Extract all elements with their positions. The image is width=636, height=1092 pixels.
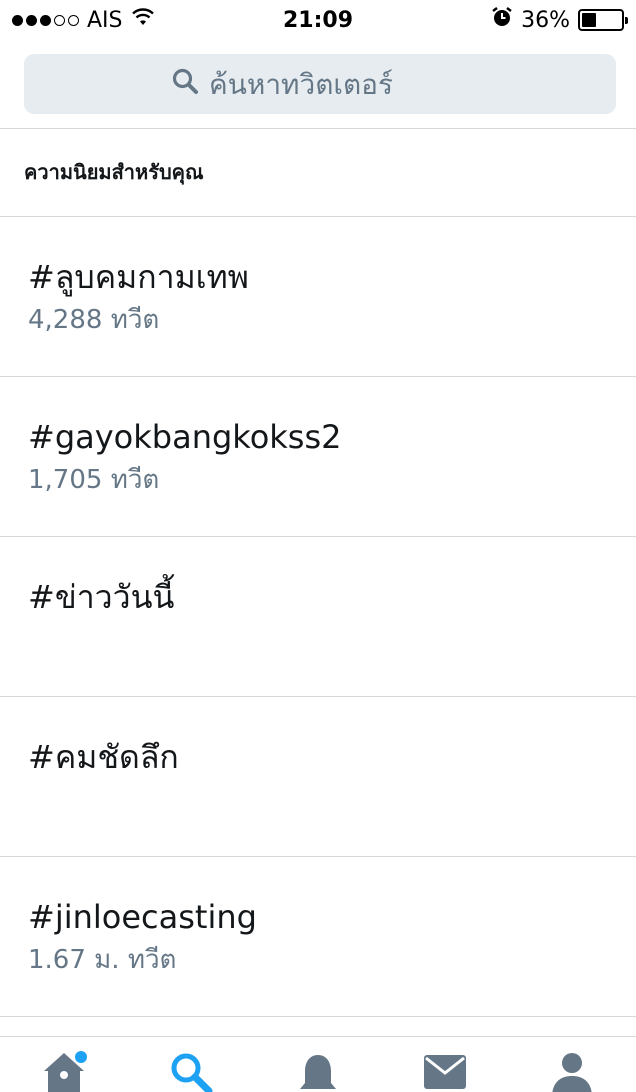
trend-hashtag: #ลูบคมกามเทพ <box>28 258 249 296</box>
signal-dot <box>26 14 37 26</box>
trend-hashtag: #ข่าววันนี้ <box>28 578 175 616</box>
trend-tweet-count: 1,705 ทวีต <box>28 465 160 495</box>
trend-item[interactable]: #jinloecasting 1.67 ม. ทวีต <box>0 856 636 1016</box>
signal-dot <box>12 14 23 26</box>
tab-notifications[interactable] <box>273 1037 363 1092</box>
header-divider <box>0 128 636 129</box>
bottom-tab-bar <box>0 1036 636 1092</box>
battery-fill <box>582 13 596 27</box>
status-right: 36% <box>491 6 628 34</box>
trend-hashtag: #คมชัดลึก <box>28 738 179 776</box>
bell-icon <box>294 1037 342 1092</box>
search-bar[interactable] <box>24 54 616 114</box>
battery-percent: 36% <box>521 7 570 33</box>
signal-strength-icon <box>12 14 79 26</box>
tab-messages[interactable] <box>400 1037 490 1092</box>
trend-tweet-count: 1.67 ม. ทวีต <box>28 945 177 975</box>
profile-icon <box>548 1037 596 1092</box>
trend-tweet-count: 4,288 ทวีต <box>28 305 160 335</box>
alarm-icon <box>491 6 513 34</box>
signal-dot <box>40 14 51 26</box>
search-field-container[interactable] <box>24 54 616 114</box>
wifi-icon <box>131 7 155 33</box>
explore-screen: AIS 21:09 36% ค้นหาทวิตเตอร์ ความนิยมสำห… <box>0 0 636 1092</box>
trend-item[interactable]: #ข่าววันนี้ <box>0 536 636 696</box>
signal-dot <box>54 14 65 26</box>
tab-profile[interactable] <box>527 1037 617 1092</box>
home-icon <box>40 1037 88 1092</box>
trend-hashtag: #jinloecasting <box>28 898 257 936</box>
trend-item[interactable]: #คมชัดลึก <box>0 696 636 856</box>
tab-search[interactable] <box>146 1037 236 1092</box>
carrier-name: AIS <box>87 7 123 33</box>
trend-item[interactable]: #ลูบคมกามเทพ 4,288 ทวีต <box>0 216 636 376</box>
battery-icon <box>578 9 628 31</box>
mail-icon <box>421 1037 469 1092</box>
search-input[interactable] <box>209 67 469 101</box>
section-title: ความนิยมสำหรับคุณ <box>24 160 204 184</box>
search-icon <box>167 1037 215 1092</box>
trend-hashtag: #gayokbangkokss2 <box>28 418 342 456</box>
signal-dot <box>68 14 79 26</box>
trend-item[interactable]: #gayokbangkokss2 1,705 ทวีต <box>0 376 636 536</box>
status-left: AIS <box>12 7 155 33</box>
search-icon <box>171 67 199 102</box>
trends-list: #ลูบคมกามเทพ 4,288 ทวีต #gayokbangkokss2… <box>0 216 636 1055</box>
notification-badge <box>74 1051 87 1063</box>
tab-home[interactable] <box>19 1037 109 1092</box>
status-bar: AIS 21:09 36% <box>0 0 636 40</box>
